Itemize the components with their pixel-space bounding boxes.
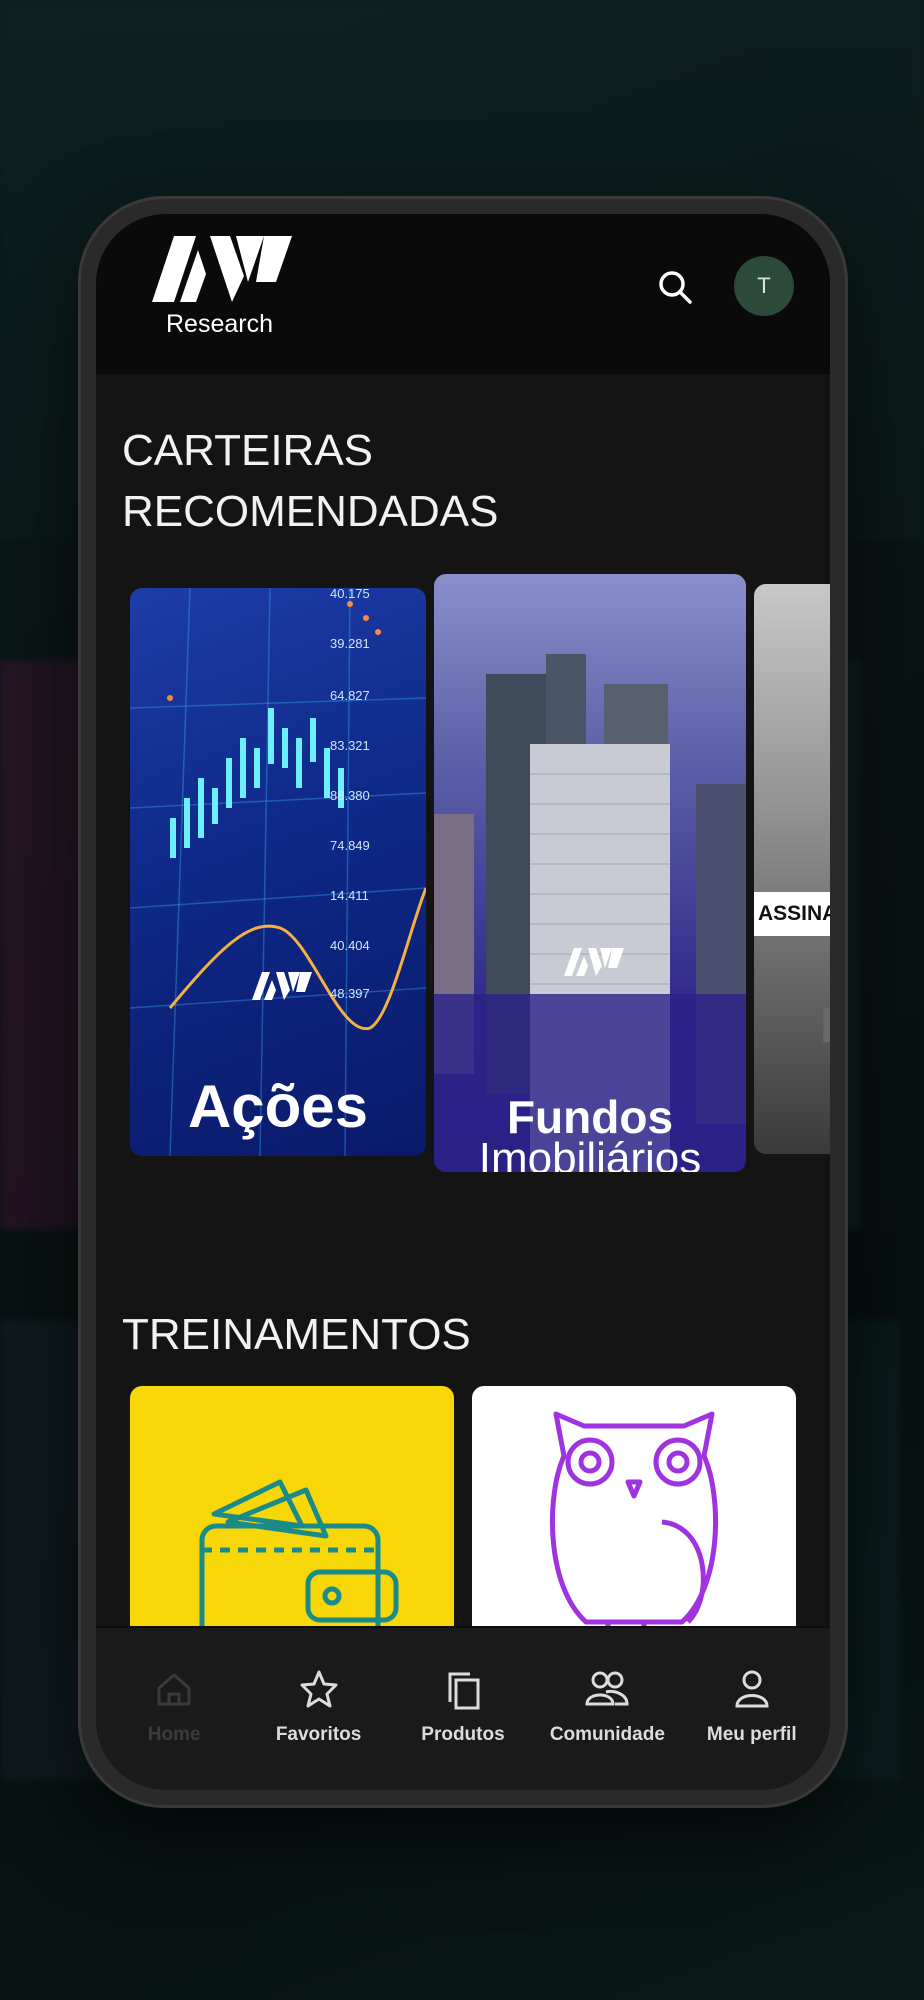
copy-icon (448, 1672, 480, 1710)
carteira-card-partial[interactable]: ASSINA F (754, 584, 830, 1154)
logo-text: Research (166, 310, 273, 338)
card-badge: ASSINA (754, 892, 830, 936)
nav-meu-perfil[interactable]: Meu perfil (680, 1628, 824, 1790)
search-button[interactable] (654, 266, 698, 310)
logo-mark-icon (152, 236, 292, 302)
card-letter: F (820, 996, 830, 1054)
nav-label: Meu perfil (706, 1724, 797, 1745)
people-icon (585, 1671, 629, 1706)
stock-chart-background: 40.175 39.281 64.827 83.321 88.380 74.84… (130, 588, 426, 1156)
nav-favoritos[interactable]: Favoritos (247, 1628, 391, 1790)
card-label-acoes: Ações (187, 1073, 369, 1140)
nav-label: Favoritos (275, 1724, 362, 1745)
chart-tick-label: 64.827 (330, 688, 370, 703)
avatar[interactable]: T (734, 256, 794, 316)
carteira-card-acoes[interactable]: 40.175 39.281 64.827 83.321 88.380 74.84… (130, 588, 426, 1156)
user-icon (735, 1670, 769, 1708)
nav-label: Produtos (421, 1724, 505, 1745)
nav-home[interactable]: Home (102, 1628, 246, 1790)
bottom-navigation: Home Favoritos Produtos Comunidade Meu p… (96, 1626, 830, 1790)
chart-tick-label: 83.321 (330, 738, 370, 753)
chart-tick-label: 88.380 (330, 788, 370, 803)
app-header: Research T (96, 214, 830, 374)
nav-label: Home (147, 1724, 201, 1745)
section-title-carteiras: CARTEIRAS RECOMENDADAS (122, 426, 499, 536)
section-title-treinamentos: TREINAMENTOS (122, 1310, 471, 1359)
chart-tick-label: 40.404 (330, 938, 370, 953)
search-icon (659, 271, 692, 304)
nav-comunidade[interactable]: Comunidade (535, 1628, 679, 1790)
home-icon (157, 1673, 191, 1706)
chart-tick-label: 74.849 (330, 838, 370, 853)
phone-frame: Research T CARTEIRAS RECOMENDADAS 40.175… (78, 196, 848, 1808)
nav-produtos[interactable]: Produtos (391, 1628, 535, 1790)
buildings-background (434, 654, 746, 1172)
chart-tick-label: 14.411 (330, 888, 369, 903)
chart-tick-label: 40.175 (330, 588, 370, 601)
chart-tick-label: 39.281 (330, 636, 370, 651)
nav-label: Comunidade (549, 1724, 665, 1745)
carteira-card-fundos-imobiliarios[interactable]: Fundos Imobiliários (434, 574, 746, 1172)
brand-logo[interactable]: Research (148, 236, 298, 348)
card-label-imobiliarios: Imobiliários (478, 1134, 702, 1172)
chart-tick-label: 48.397 (330, 986, 370, 1001)
star-icon (300, 1670, 338, 1708)
app-screen: Research T CARTEIRAS RECOMENDADAS 40.175… (96, 214, 830, 1790)
